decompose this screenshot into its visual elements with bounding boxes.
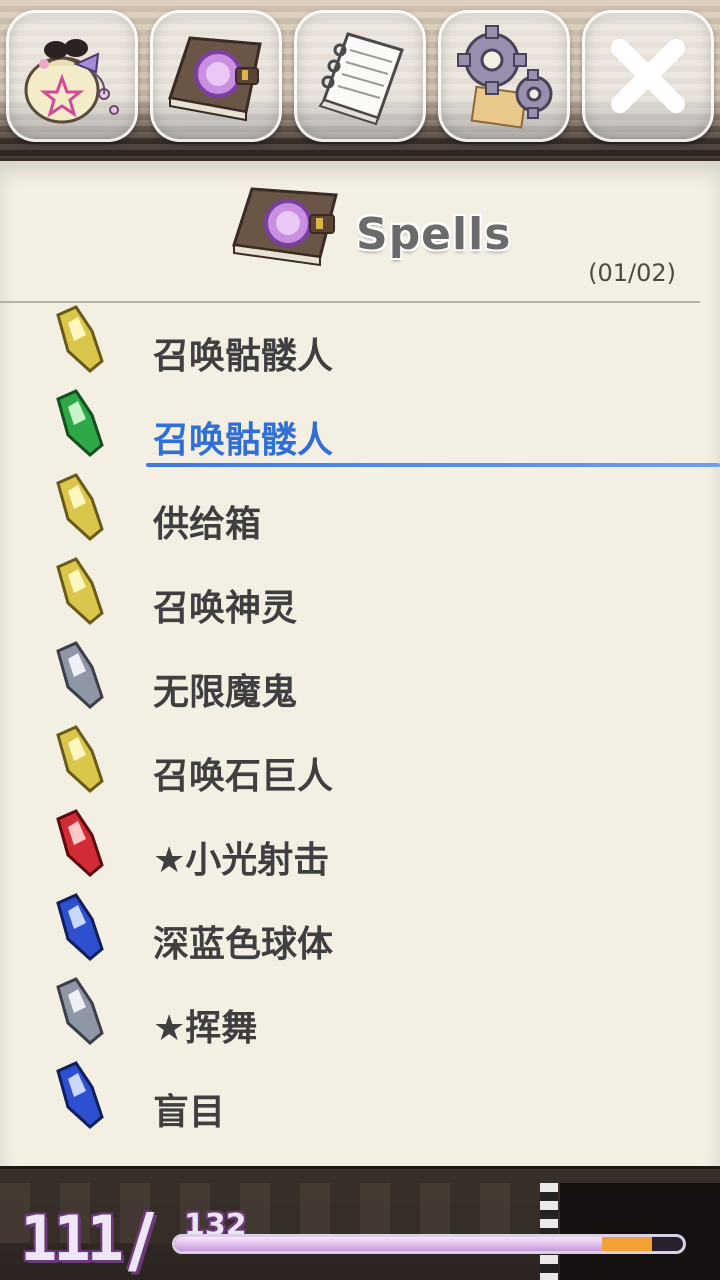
tab-spells[interactable] — [150, 10, 282, 142]
hp-slash: / — [128, 1198, 155, 1280]
spell-name: ★挥舞 — [153, 1008, 258, 1049]
green-gem-icon — [56, 389, 104, 457]
panel-header: Spells (01/02) — [0, 161, 720, 303]
list-item[interactable]: ★挥舞 — [0, 977, 720, 1061]
yellow-gem-icon — [56, 557, 104, 625]
list-item[interactable]: 召唤骷髅人 — [0, 305, 720, 389]
yellow-gem-icon — [56, 473, 104, 541]
menu-tabs — [6, 10, 718, 142]
silver-gem-icon — [56, 977, 104, 1045]
list-item[interactable]: 供给箱 — [0, 473, 720, 557]
blue-gem-icon — [56, 893, 104, 961]
spell-name: 深蓝色球体 — [153, 924, 334, 965]
tab-journal[interactable] — [294, 10, 426, 142]
blue-gem-icon — [56, 1061, 104, 1129]
checker-strip — [540, 1183, 558, 1280]
top-toolbar — [0, 0, 720, 160]
spell-name: 召唤石巨人 — [153, 756, 334, 797]
selection-underline — [146, 463, 720, 467]
red-gem-icon — [56, 809, 104, 877]
list-item-selected[interactable]: 召唤骷髅人 — [0, 389, 720, 473]
spell-name: ★小光射击 — [153, 840, 330, 881]
spell-name: 供给箱 — [153, 504, 262, 545]
tab-close[interactable] — [582, 10, 714, 142]
spellbook-icon — [232, 187, 338, 267]
spell-name: 无限魔鬼 — [153, 672, 298, 713]
pouch-icon — [24, 39, 119, 124]
spell-name: 召唤神灵 — [153, 588, 298, 629]
close-icon — [611, 39, 685, 113]
tab-settings[interactable] — [438, 10, 570, 142]
hp-current: 111 — [20, 1202, 124, 1275]
gear-icon — [457, 25, 553, 129]
hp-bar-fill — [175, 1237, 603, 1251]
list-item[interactable]: 召唤神灵 — [0, 557, 720, 641]
hp-bar — [172, 1234, 686, 1254]
tab-items[interactable] — [6, 10, 138, 142]
yellow-gem-icon — [56, 305, 104, 373]
list-item[interactable]: 无限魔鬼 — [0, 641, 720, 725]
spell-name: 盲目 — [153, 1092, 226, 1133]
list-item[interactable]: 盲目 — [0, 1061, 720, 1145]
page-indicator: (01/02) — [588, 259, 676, 287]
spellbook-icon — [168, 36, 262, 122]
spell-name: 召唤骷髅人 — [153, 420, 334, 461]
hp-bar-remainder — [602, 1237, 653, 1251]
spell-list: 召唤骷髅人 召唤骷髅人 供给箱 召唤神灵 无限魔鬼 召唤石巨人 ★小光射击 深蓝… — [0, 305, 720, 1145]
spell-panel: Spells (01/02) 召唤骷髅人 召唤骷髅人 供给箱 召唤神灵 无限魔鬼… — [0, 158, 720, 1168]
yellow-gem-icon — [56, 725, 104, 793]
silver-gem-icon — [56, 641, 104, 709]
list-item[interactable]: ★小光射击 — [0, 809, 720, 893]
page-title: Spells — [356, 209, 512, 260]
list-item[interactable]: 深蓝色球体 — [0, 893, 720, 977]
notebook-icon — [318, 32, 404, 126]
scene-dark-area — [560, 1183, 720, 1280]
list-item[interactable]: 召唤石巨人 — [0, 725, 720, 809]
header-divider — [0, 301, 700, 303]
spell-name: 召唤骷髅人 — [153, 336, 334, 377]
